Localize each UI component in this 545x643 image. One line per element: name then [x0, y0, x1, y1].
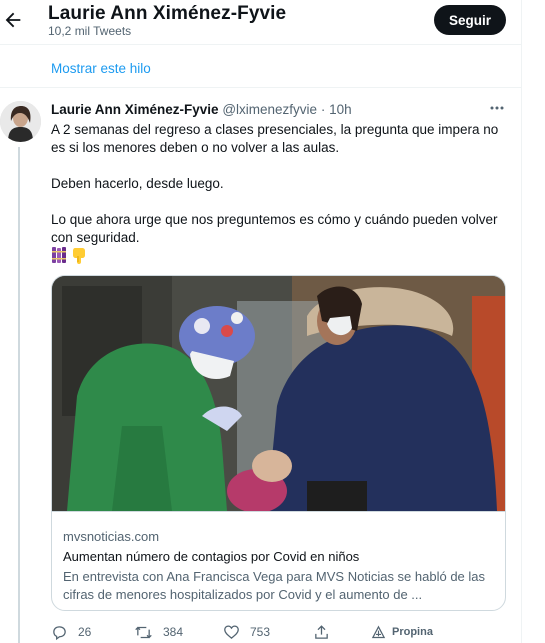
- emoji-row: [51, 246, 87, 264]
- tweet-paragraph: A 2 semanas del regreso a clases presenc…: [51, 122, 499, 155]
- more-options-icon[interactable]: [489, 100, 505, 116]
- timeline-column: Laurie Ann Ximénez-Fyvie 10,2 mil Tweets…: [0, 0, 522, 643]
- retweet-count: 384: [163, 625, 184, 639]
- tweet-paragraph: Lo que ahora urge que nos preguntemos es…: [51, 212, 498, 245]
- author-handle[interactable]: @lximenezfyvie: [222, 102, 317, 117]
- tweet-actions: 26 384 753 Propina: [51, 622, 506, 642]
- author-name[interactable]: Laurie Ann Ximénez-Fyvie: [51, 102, 219, 117]
- tweet-header: Laurie Ann Ximénez-Fyvie @lximenezfyvie …: [51, 102, 352, 117]
- tweet-paragraph: Deben hacerlo, desde luego.: [51, 176, 224, 191]
- card-description: En entrevista con Ana Francisca Vega par…: [63, 569, 486, 602]
- back-arrow-icon[interactable]: [2, 9, 24, 31]
- tweet-text: A 2 semanas del regreso a clases presenc…: [51, 121, 506, 247]
- tip-label: Propina: [392, 626, 433, 638]
- divider: [0, 87, 522, 88]
- tweet-count: 10,2 mil Tweets: [48, 24, 132, 38]
- thread-connector-line: [18, 147, 20, 643]
- point-down-emoji-icon: [73, 248, 85, 264]
- heart-icon: [224, 624, 239, 639]
- share-icon: [315, 624, 328, 639]
- link-preview-card[interactable]: mvsnoticias.com Aumentan número de conta…: [51, 275, 506, 611]
- tweet-time[interactable]: 10h: [329, 102, 352, 117]
- retweet-button[interactable]: 384: [134, 622, 183, 642]
- card-title: Aumentan número de contagios por Covid e…: [63, 549, 360, 564]
- profile-header: Laurie Ann Ximénez-Fyvie 10,2 mil Tweets…: [0, 0, 522, 45]
- card-image: [52, 276, 505, 511]
- avatar[interactable]: [0, 101, 41, 142]
- like-count: 753: [250, 625, 271, 639]
- retweet-icon: [135, 626, 152, 638]
- like-button[interactable]: 753: [223, 622, 270, 642]
- header-name: Laurie Ann Ximénez-Fyvie: [48, 3, 287, 24]
- follow-button[interactable]: Seguir: [434, 5, 506, 35]
- books-emoji-icon: [52, 247, 66, 263]
- tip-icon: [371, 625, 386, 638]
- reply-icon: [53, 625, 66, 640]
- reply-button[interactable]: 26: [51, 622, 91, 642]
- show-thread-link[interactable]: Mostrar este hilo: [51, 61, 151, 76]
- tip-button[interactable]: Propina: [371, 622, 433, 642]
- card-domain: mvsnoticias.com: [63, 529, 160, 544]
- share-button[interactable]: [313, 622, 330, 642]
- meta-separator: ·: [320, 102, 326, 117]
- reply-count: 26: [78, 625, 92, 639]
- card-body: mvsnoticias.com Aumentan número de conta…: [52, 511, 505, 610]
